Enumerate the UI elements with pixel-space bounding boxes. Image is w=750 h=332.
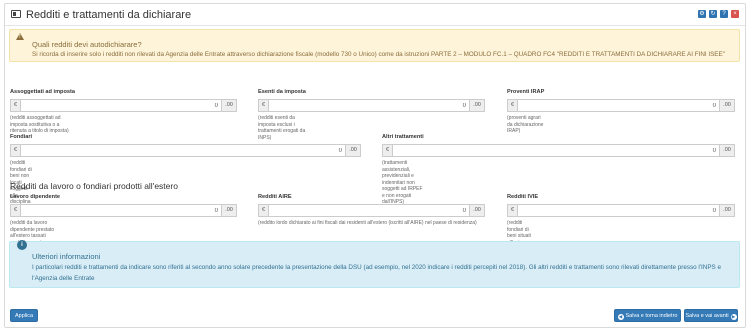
- euro-addon: €: [10, 204, 21, 217]
- info-icon: i: [17, 240, 27, 250]
- input-group: € .00: [258, 204, 485, 217]
- field-irap: Proventi IRAP € .00 (proventi agrari da …: [507, 89, 735, 134]
- decimals-addon: .00: [469, 99, 485, 112]
- field-aire: Redditi AIRE € .00 (reddito lordo dichia…: [258, 194, 485, 226]
- field-label: Proventi IRAP: [507, 89, 545, 95]
- arrow-right-icon: ▶: [730, 314, 737, 320]
- field-lavoro: Lavoro dipendente € .00 (redditi da lavo…: [10, 194, 237, 252]
- field-help: (redditi assoggettati ad imposta sostitu…: [10, 115, 69, 134]
- altri-input[interactable]: [393, 144, 719, 157]
- arrow-left-icon: ◀: [617, 314, 624, 320]
- ivie-input[interactable]: [518, 204, 719, 217]
- input-group: € .00: [507, 99, 735, 112]
- section-title-estero: Redditi da lavoro o fondiari prodotti al…: [10, 181, 178, 191]
- save-back-label: Salva e torna indietro: [625, 313, 678, 319]
- irap-input[interactable]: [518, 99, 719, 112]
- page-title: Redditi e trattamenti da dichiarare: [26, 9, 192, 21]
- euro-addon: €: [507, 204, 518, 217]
- fondiari-input[interactable]: [21, 144, 345, 157]
- input-group: € .00: [382, 144, 735, 157]
- save-next-button[interactable]: Salva e vai avanti ▶: [684, 309, 738, 322]
- gear-icon[interactable]: ⚙: [698, 10, 706, 18]
- field-help: (trattamenti assistenziali, previdenzial…: [382, 160, 423, 205]
- assoggettati-input[interactable]: [21, 99, 221, 112]
- euro-addon: €: [10, 99, 21, 112]
- input-group: € .00: [10, 99, 237, 112]
- decimals-addon: .00: [719, 204, 735, 217]
- save-back-button[interactable]: ◀ Salva e torna indietro: [614, 309, 681, 322]
- field-label: Fondiari: [10, 134, 33, 140]
- input-group: € .00: [10, 204, 237, 217]
- info-title: Ulteriori informazioni: [32, 252, 101, 261]
- field-fondiari: Fondiari € .00 (redditi fondiari di beni…: [10, 134, 361, 212]
- header-actions: ⚙ ↻ ? ×: [698, 10, 739, 18]
- decimals-addon: .00: [221, 99, 237, 112]
- euro-addon: €: [382, 144, 393, 157]
- field-help: (proventi agrari da dichiarazione IRAP): [507, 115, 544, 134]
- field-assoggettati: Assoggettati ad imposta € .00 (redditi a…: [10, 89, 237, 134]
- field-esenti: Esenti da imposta € .00 (redditi esenti …: [258, 89, 485, 141]
- decimals-addon: .00: [469, 204, 485, 217]
- field-altri: Altri trattamenti € .00 (trattamenti ass…: [382, 134, 735, 205]
- decimals-addon: .00: [719, 99, 735, 112]
- field-label: Altri trattamenti: [382, 134, 424, 140]
- input-group: € .00: [258, 99, 485, 112]
- field-label: Redditi IVIE: [507, 194, 539, 200]
- warning-icon: [16, 33, 24, 40]
- close-icon[interactable]: ×: [731, 10, 739, 18]
- field-label: Esenti da imposta: [258, 89, 306, 95]
- decimals-addon: .00: [719, 144, 735, 157]
- warning-alert: Quali redditi devi autodichiarare? Si ri…: [9, 29, 740, 62]
- warning-title: Quali redditi devi autodichiarare?: [32, 40, 142, 49]
- lavoro-input[interactable]: [21, 204, 221, 217]
- save-next-label: Salva e vai avanti: [685, 313, 729, 319]
- panel-header: Redditi e trattamenti da dichiarare ⚙ ↻ …: [5, 4, 745, 26]
- euro-addon: €: [507, 99, 518, 112]
- warning-text: Si ricorda di inserire solo i redditi no…: [32, 51, 725, 58]
- aire-input[interactable]: [269, 204, 469, 217]
- decimals-addon: .00: [345, 144, 361, 157]
- decimals-addon: .00: [221, 204, 237, 217]
- refresh-icon[interactable]: ↻: [709, 10, 717, 18]
- field-label: Redditi AIRE: [258, 194, 292, 200]
- field-label: Assoggettati ad imposta: [10, 89, 75, 95]
- field-help: (redditi esenti da imposta esclusi i tra…: [258, 115, 306, 141]
- field-help: (reddito lordo dichiarato ai fini fiscal…: [258, 220, 477, 226]
- euro-addon: €: [258, 99, 269, 112]
- question-icon[interactable]: ?: [720, 10, 728, 18]
- esenti-input[interactable]: [269, 99, 469, 112]
- field-ivie: Redditi IVIE € .00 (redditi fondiari di …: [507, 194, 735, 265]
- field-label: Lavoro dipendente: [10, 194, 61, 200]
- info-alert: i Ulteriori informazioni I particolari r…: [9, 240, 740, 288]
- id-card-icon: [11, 10, 21, 18]
- info-text: I particolari redditi e trattamenti da i…: [32, 264, 721, 282]
- input-group: € .00: [10, 144, 361, 157]
- euro-addon: €: [10, 144, 21, 157]
- euro-addon: €: [258, 204, 269, 217]
- input-group: € .00: [507, 204, 735, 217]
- apply-button[interactable]: Applica: [10, 309, 38, 322]
